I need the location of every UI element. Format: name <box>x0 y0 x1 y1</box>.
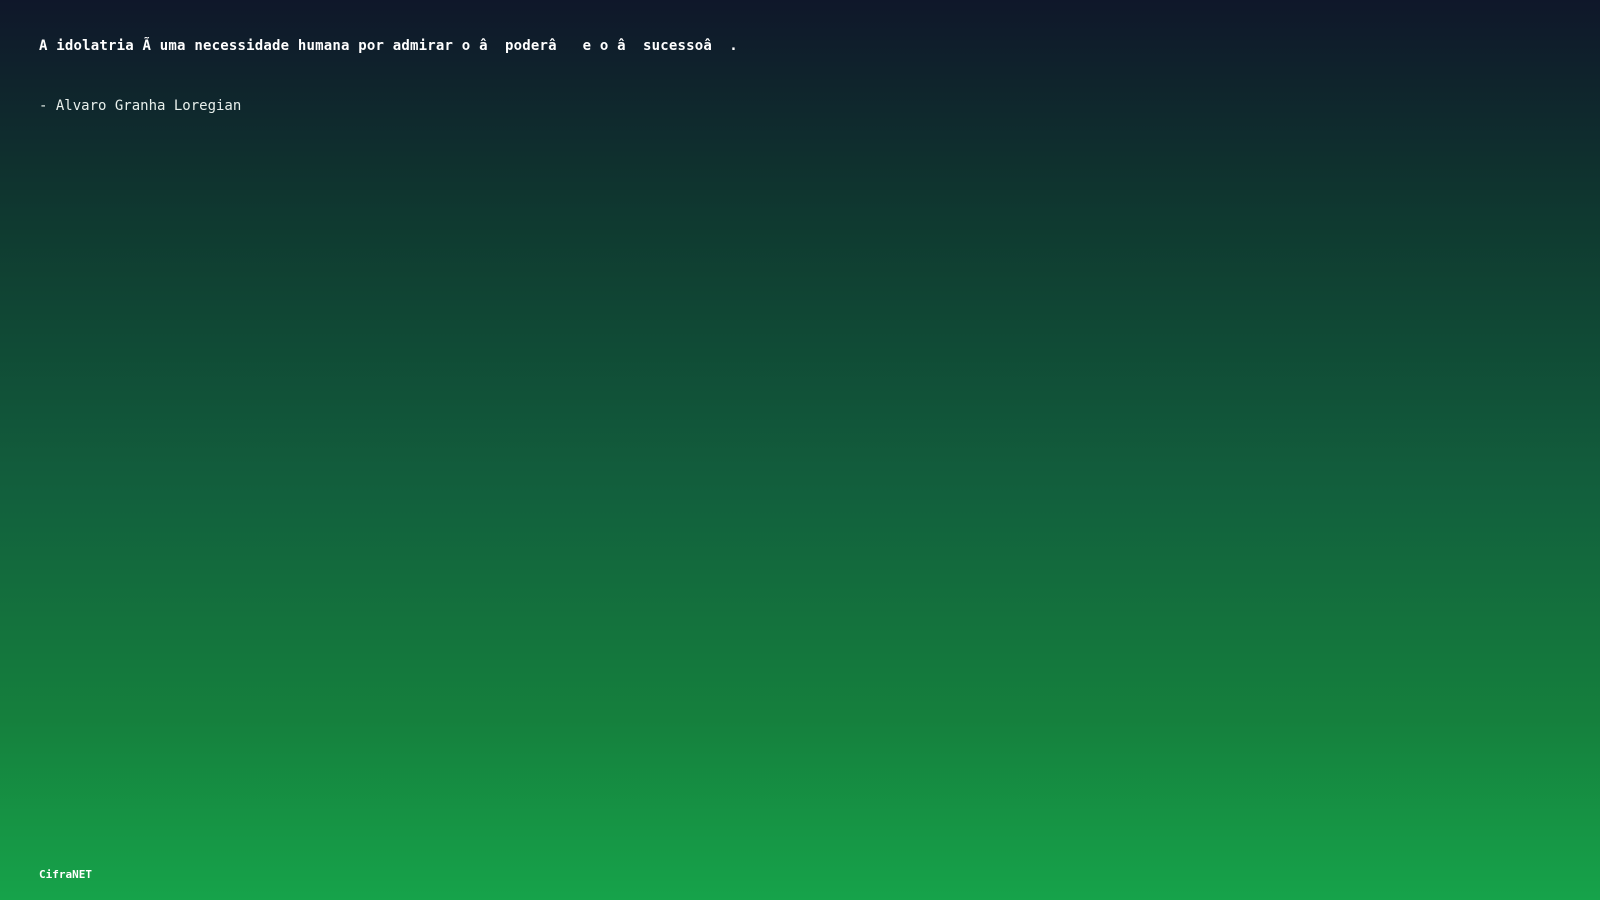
brand-logo-text: CifraNET <box>39 868 92 881</box>
quote-page: { "quote": { "text": "A idolatria Ã uma … <box>0 0 1600 900</box>
quote-text: A idolatria Ã uma necessidade humana por… <box>39 38 738 54</box>
quote-author: - Alvaro Granha Loregian <box>39 98 242 114</box>
